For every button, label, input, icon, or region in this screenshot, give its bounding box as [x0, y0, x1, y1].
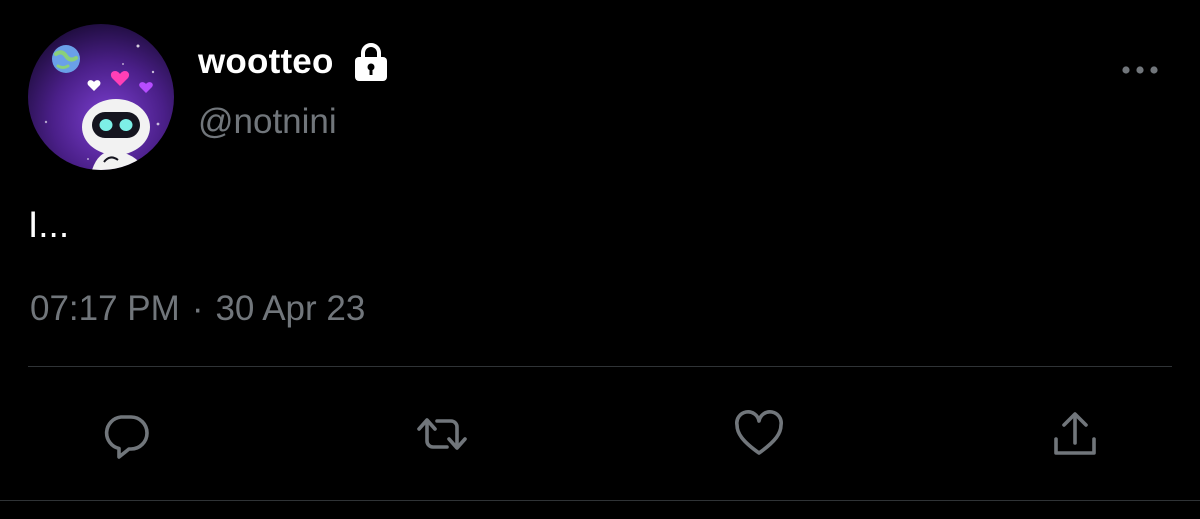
more-options-icon	[1122, 66, 1158, 74]
reply-button[interactable]	[94, 402, 158, 466]
retweet-icon	[417, 418, 467, 450]
heart-icon	[735, 410, 783, 455]
tweet-time[interactable]: 07:17 PM	[30, 289, 180, 329]
divider	[0, 500, 1200, 501]
action-bar	[0, 402, 1200, 466]
share-icon	[1054, 412, 1096, 455]
robot-avatar-icon	[28, 24, 174, 170]
tweet-detail: wootteo @notnini I... 07:17 PM · 30 Apr …	[0, 0, 1200, 519]
like-button[interactable]	[727, 402, 791, 466]
divider	[28, 366, 1172, 367]
reply-icon	[104, 415, 149, 459]
timestamp-separator: ·	[191, 289, 204, 328]
display-name[interactable]: wootteo	[198, 42, 334, 82]
author-name-row: wootteo	[198, 40, 390, 84]
tweet-text: I...	[28, 204, 70, 245]
more-options-button[interactable]	[1114, 56, 1166, 84]
user-handle[interactable]: @notnini	[198, 102, 337, 142]
avatar[interactable]	[28, 24, 174, 170]
share-button[interactable]	[1043, 402, 1107, 466]
tweet-date[interactable]: 30 Apr 23	[215, 289, 365, 329]
lock-icon	[352, 42, 390, 82]
retweet-button[interactable]	[410, 402, 474, 466]
tweet-timestamp: 07:17 PM · 30 Apr 23	[30, 289, 365, 329]
